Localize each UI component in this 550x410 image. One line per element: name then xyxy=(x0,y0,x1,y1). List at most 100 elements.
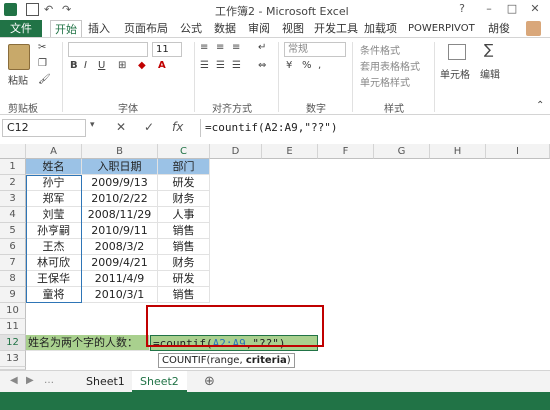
italic-icon[interactable]: I xyxy=(84,60,87,71)
table-cell[interactable]: 研发 xyxy=(158,271,210,287)
font-name-dropdown[interactable] xyxy=(68,42,148,57)
column-header[interactable]: C xyxy=(158,144,210,159)
help-icon[interactable]: ? xyxy=(455,2,469,16)
sheet-nav-prev-icon[interactable]: ◀ xyxy=(10,375,18,386)
table-cell[interactable]: 2010/3/1 xyxy=(82,287,158,303)
formula-input[interactable]: =countif(A2:A9,"??") xyxy=(200,119,548,137)
copy-icon[interactable]: ❐ xyxy=(38,58,47,69)
table-cell[interactable]: 2009/4/21 xyxy=(82,255,158,271)
table-cell[interactable]: 人事 xyxy=(158,207,210,223)
conditional-formatting-button[interactable]: 条件格式 xyxy=(360,42,400,57)
align-bottom-icon[interactable]: ≡ xyxy=(232,42,240,53)
merge-cells-icon[interactable]: ⇔ xyxy=(258,60,266,71)
bold-icon[interactable]: B xyxy=(70,60,78,71)
tab-page-layout[interactable]: 页面布局 xyxy=(124,20,168,37)
undo-icon[interactable]: ↶ xyxy=(44,3,57,16)
table-cell[interactable]: 2010/2/22 xyxy=(82,191,158,207)
table-cell[interactable]: 2011/4/9 xyxy=(82,271,158,287)
row-header[interactable]: 11 xyxy=(0,319,26,335)
cells-icon[interactable] xyxy=(448,44,466,60)
sheet-tab[interactable]: Sheet1 xyxy=(78,371,133,392)
column-header[interactable]: B xyxy=(82,144,158,159)
comma-icon[interactable]: , xyxy=(318,60,321,71)
column-header[interactable]: G xyxy=(374,144,430,159)
tab-insert[interactable]: 插入 xyxy=(88,20,110,37)
table-cell[interactable]: 财务 xyxy=(158,255,210,271)
format-as-table-button[interactable]: 套用表格格式 xyxy=(360,58,420,73)
table-header-cell[interactable]: 部门 xyxy=(158,159,210,175)
table-cell[interactable]: 销售 xyxy=(158,239,210,255)
tab-review[interactable]: 审阅 xyxy=(248,20,270,37)
editing-button[interactable]: 编辑 xyxy=(480,66,500,81)
cut-icon[interactable]: ✂ xyxy=(38,42,46,53)
table-cell[interactable]: 2009/9/13 xyxy=(82,175,158,191)
column-header[interactable]: D xyxy=(210,144,262,159)
enter-icon[interactable]: ✓ xyxy=(144,120,154,134)
sheet-nav-more-icon[interactable]: … xyxy=(44,375,54,386)
cancel-icon[interactable]: ✕ xyxy=(116,120,126,134)
row-header[interactable]: 5 xyxy=(0,223,26,239)
insert-function-icon[interactable]: fx xyxy=(172,120,183,134)
tab-view[interactable]: 视图 xyxy=(282,20,304,37)
wrap-text-icon[interactable]: ↵ xyxy=(258,42,266,53)
tab-data[interactable]: 数据 xyxy=(214,20,236,37)
user-name[interactable]: 胡俊 xyxy=(488,20,510,37)
redo-icon[interactable]: ↷ xyxy=(62,3,75,16)
table-cell[interactable]: 研发 xyxy=(158,175,210,191)
table-header-cell[interactable]: 入职日期 xyxy=(82,159,158,175)
tab-developer[interactable]: 开发工具 xyxy=(314,20,358,37)
table-cell[interactable]: 2010/9/11 xyxy=(82,223,158,239)
column-header[interactable]: E xyxy=(262,144,318,159)
tab-home[interactable]: 开始 xyxy=(50,20,82,37)
row-header[interactable]: 2 xyxy=(0,175,26,191)
paste-button[interactable]: 粘贴 xyxy=(8,72,28,87)
column-header[interactable]: I xyxy=(486,144,550,159)
tab-addins[interactable]: 加载项 xyxy=(364,20,397,37)
namebox-dropdown-icon[interactable]: ▾ xyxy=(90,120,95,130)
label-cell[interactable]: 姓名为两个字的人数： xyxy=(26,335,150,351)
select-all-corner[interactable] xyxy=(0,144,26,159)
column-header[interactable]: A xyxy=(26,144,82,159)
save-icon[interactable] xyxy=(26,3,39,16)
row-header[interactable]: 6 xyxy=(0,239,26,255)
align-right-icon[interactable]: ☰ xyxy=(232,60,241,71)
table-cell[interactable]: 销售 xyxy=(158,287,210,303)
table-cell[interactable]: 2008/11/29 xyxy=(82,207,158,223)
tab-powerpivot[interactable]: POWERPIVOT xyxy=(408,20,475,37)
paste-icon[interactable] xyxy=(8,44,30,70)
sheet-nav-next-icon[interactable]: ▶ xyxy=(26,375,34,386)
column-header[interactable]: F xyxy=(318,144,374,159)
percent-icon[interactable]: % xyxy=(302,60,312,71)
underline-icon[interactable]: U xyxy=(98,60,105,71)
row-header[interactable]: 1 xyxy=(0,159,26,175)
row-header[interactable]: 12 xyxy=(0,335,26,351)
avatar[interactable] xyxy=(526,21,541,36)
table-header-cell[interactable]: 姓名 xyxy=(26,159,82,175)
currency-icon[interactable]: ¥ xyxy=(286,60,292,71)
format-painter-icon[interactable]: 🖌 xyxy=(38,74,51,85)
sheet-tab-active[interactable]: Sheet2 xyxy=(132,371,187,392)
row-header[interactable]: 8 xyxy=(0,271,26,287)
collapse-ribbon-icon[interactable]: ⌃ xyxy=(536,100,544,111)
border-icon[interactable]: ⊞ xyxy=(118,60,126,71)
minimize-icon[interactable]: – xyxy=(482,2,496,16)
row-header[interactable]: 7 xyxy=(0,255,26,271)
font-size-dropdown[interactable]: 11 xyxy=(152,42,182,57)
row-header[interactable]: 9 xyxy=(0,287,26,303)
maximize-icon[interactable]: □ xyxy=(505,2,519,16)
font-color-icon[interactable]: A xyxy=(158,60,166,71)
file-tab[interactable]: 文件 xyxy=(0,20,42,37)
table-cell[interactable]: 2008/3/2 xyxy=(82,239,158,255)
fill-color-icon[interactable]: ◆ xyxy=(138,60,146,71)
add-sheet-icon[interactable]: ⊕ xyxy=(204,374,215,389)
cell-styles-button[interactable]: 单元格样式 xyxy=(360,74,410,89)
tab-formulas[interactable]: 公式 xyxy=(180,20,202,37)
align-left-icon[interactable]: ☰ xyxy=(200,60,209,71)
editing-icon[interactable]: ∑ xyxy=(484,42,493,58)
align-center-icon[interactable]: ☰ xyxy=(216,60,225,71)
row-header[interactable]: 10 xyxy=(0,303,26,319)
align-middle-icon[interactable]: ≡ xyxy=(216,42,224,53)
table-cell[interactable]: 销售 xyxy=(158,223,210,239)
cells-button[interactable]: 单元格 xyxy=(440,66,470,81)
row-header[interactable]: 3 xyxy=(0,191,26,207)
